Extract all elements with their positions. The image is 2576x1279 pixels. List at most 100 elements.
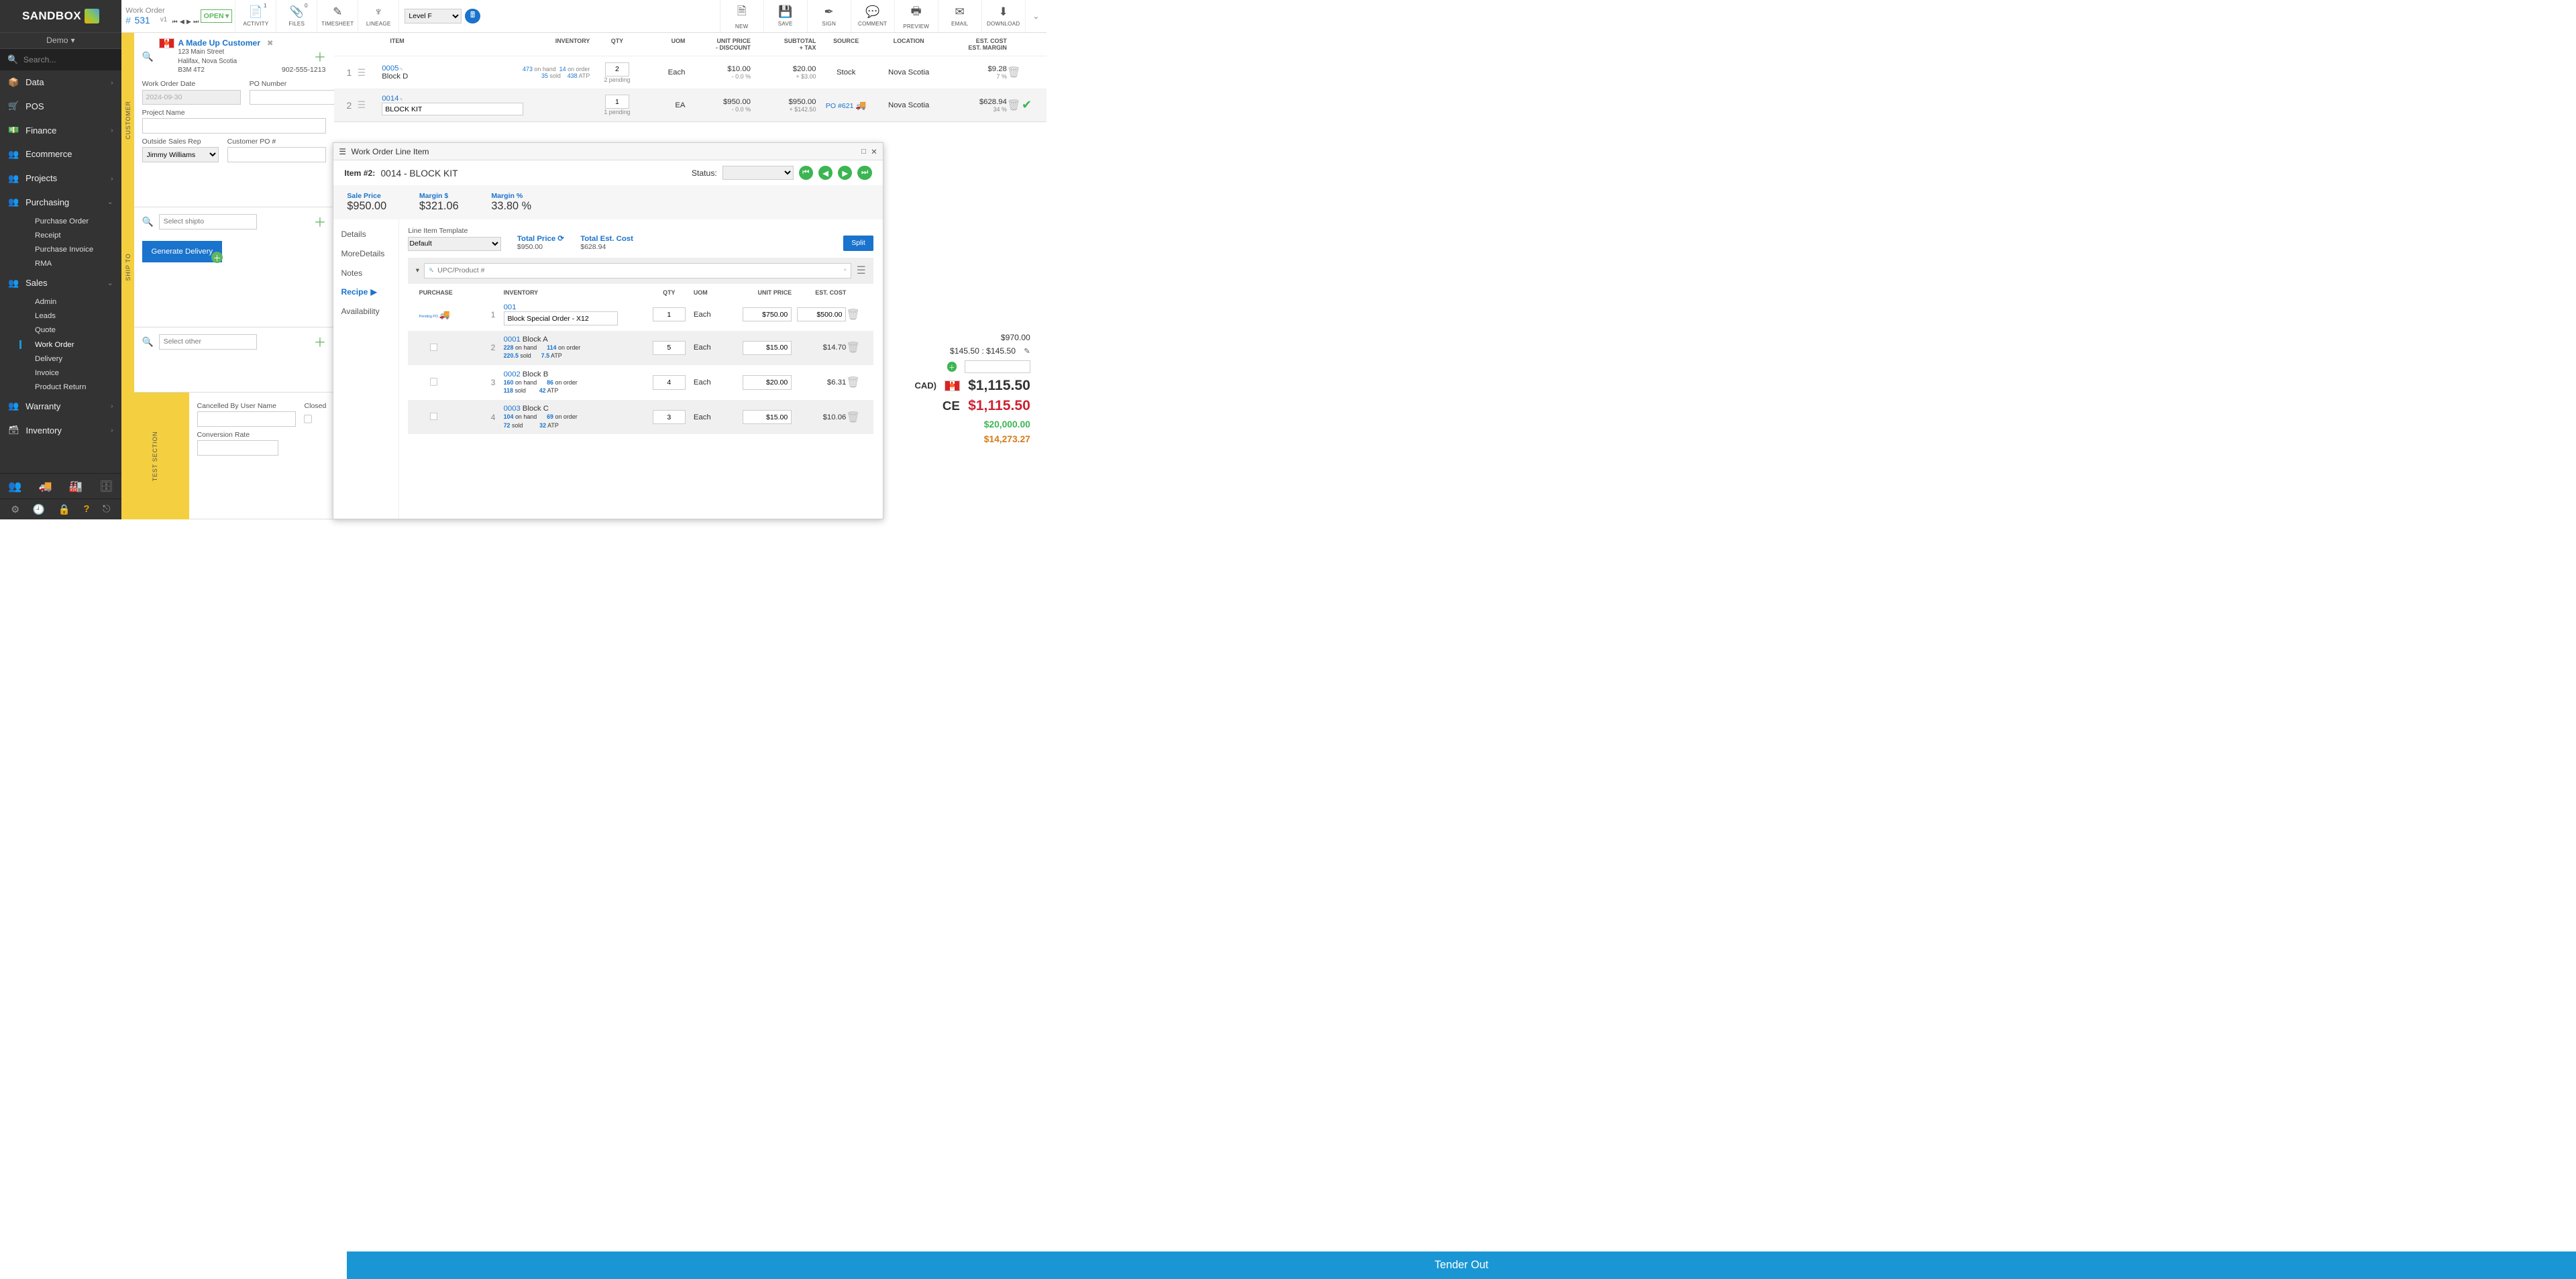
closed-checkbox[interactable] <box>304 411 311 427</box>
unit-price-input[interactable] <box>743 341 792 355</box>
row-checkbox[interactable] <box>430 378 437 385</box>
qty-input[interactable] <box>605 62 630 76</box>
est-cost-input[interactable] <box>797 307 846 321</box>
refresh-icon[interactable]: ⟳ <box>557 235 564 243</box>
template-select[interactable]: Default <box>408 237 500 251</box>
search-input[interactable] <box>23 55 129 64</box>
recipe-row[interactable]: 3 0002 Block B 160 on hand 86 on order11… <box>408 365 873 400</box>
doc-number[interactable]: 531 <box>135 15 150 25</box>
delete-icon[interactable]: 🗑 <box>1007 66 1021 79</box>
desc-input[interactable] <box>504 311 619 325</box>
remove-customer-icon[interactable]: ✖ <box>267 38 274 48</box>
delete-icon[interactable]: 🗑 <box>846 309 860 321</box>
unit-price-input[interactable] <box>743 375 792 389</box>
tenant-selector[interactable]: Demo▾ <box>0 33 121 49</box>
price-level-select[interactable]: Level F <box>405 9 461 24</box>
factory-icon[interactable]: 🏭 <box>69 480 83 493</box>
nav-sub-rma[interactable]: RMA <box>0 257 121 271</box>
wo-date-input[interactable] <box>142 90 241 105</box>
next-icon[interactable]: ▶ <box>186 18 191 25</box>
add-other-icon[interactable]: ＋ <box>314 333 327 351</box>
more-button[interactable]: ⌄ <box>1025 0 1047 32</box>
total-price-link[interactable]: Total Price ⟳ <box>517 234 564 243</box>
nav-warranty[interactable]: 👥Warranty› <box>0 394 121 418</box>
recipe-row[interactable]: 4 0003 Block C 104 on hand 69 on order72… <box>408 400 873 435</box>
nav-sub-purchase-order[interactable]: Purchase Order <box>0 214 121 228</box>
nav-sub-work-order[interactable]: Work Order <box>0 338 121 352</box>
first-icon[interactable]: ⏮ <box>172 18 178 25</box>
add-customer-icon[interactable]: ＋ <box>314 48 327 66</box>
brand-logo[interactable]: SANDBOX <box>0 0 121 33</box>
lineage-button[interactable]: ♆LINEAGE <box>358 0 398 32</box>
nav-purchasing[interactable]: 👥Purchasing⌄ <box>0 191 121 215</box>
line-item-row[interactable]: 1 ☰ 0005 ✎Block D 473 on hand 14 on orde… <box>334 56 1046 88</box>
nav-sub-admin[interactable]: Admin <box>0 295 121 309</box>
nav-sales[interactable]: 👥Sales⌄ <box>0 271 121 295</box>
help-icon[interactable]: ? <box>83 504 89 515</box>
preview-button[interactable]: 🖶PREVIEW <box>894 0 938 32</box>
cancelled-by-input[interactable] <box>197 411 297 427</box>
comment-button[interactable]: 💬COMMENT <box>851 0 894 32</box>
timesheet-button[interactable]: ✎TIMESHEET <box>317 0 358 32</box>
unit-price-input[interactable] <box>743 307 792 321</box>
tab-recipe[interactable]: Recipe▶ <box>333 283 398 302</box>
status-chip[interactable]: OPEN ▾ <box>201 9 233 23</box>
gear-icon[interactable]: ⚙ <box>11 504 19 515</box>
last-icon[interactable]: ⏭ <box>193 18 199 25</box>
delete-icon[interactable]: 🗑 <box>846 342 860 354</box>
sales-rep-select[interactable]: Jimmy Williams <box>142 147 219 162</box>
first-icon[interactable]: ⏮ <box>799 166 813 180</box>
recipe-search-input[interactable] <box>437 266 840 274</box>
activity-button[interactable]: 1📄ACTIVITY <box>235 0 276 32</box>
tab-notes[interactable]: Notes <box>333 263 398 283</box>
nav-ecommerce[interactable]: 👥Ecommerce <box>0 142 121 166</box>
customer-po-input[interactable] <box>227 147 327 162</box>
edit-icon[interactable]: ✎ <box>1024 346 1030 356</box>
nav-finance[interactable]: 💵Finance› <box>0 118 121 142</box>
menu-icon[interactable]: ☰ <box>339 147 346 156</box>
row-checkbox[interactable] <box>430 413 437 420</box>
prev-icon[interactable]: ◀ <box>180 18 184 25</box>
delete-icon[interactable]: 🗑 <box>846 411 860 423</box>
menu-icon[interactable]: ☰ <box>857 264 866 277</box>
nav-sub-receipt[interactable]: Receipt <box>0 228 121 242</box>
files-button[interactable]: 0📎FILES <box>276 0 317 32</box>
other-input[interactable] <box>159 334 257 350</box>
conversion-rate-input[interactable] <box>197 440 279 456</box>
project-name-input[interactable] <box>142 118 327 134</box>
generate-delivery-button[interactable]: Generate Delivery＋ <box>142 241 222 262</box>
desc-input[interactable] <box>382 103 523 116</box>
nav-data[interactable]: 📦Data› <box>0 70 121 95</box>
sign-button[interactable]: ✒SIGN <box>807 0 851 32</box>
global-search[interactable]: 🔍 <box>0 49 121 70</box>
edit-icon[interactable]: ✎ <box>400 68 402 72</box>
total-est-cost-link[interactable]: Total Est. Cost <box>580 235 633 243</box>
add-amount-input[interactable] <box>965 360 1030 374</box>
tab-availability[interactable]: Availability <box>333 302 398 321</box>
add-shipto-icon[interactable]: ＋ <box>314 213 327 231</box>
delete-icon[interactable]: 🗑 <box>1007 99 1021 111</box>
nav-pos[interactable]: 🛒POS <box>0 95 121 119</box>
split-button[interactable]: Split <box>843 236 873 251</box>
qty-input[interactable] <box>653 307 686 321</box>
add-icon[interactable]: ＋ <box>947 362 957 372</box>
tab-more-details[interactable]: MoreDetails <box>333 244 398 264</box>
new-button[interactable]: 🗎NEW <box>720 0 763 32</box>
nav-inventory[interactable]: 🗃Inventory› <box>0 418 121 442</box>
qty-input[interactable] <box>605 95 630 109</box>
clear-icon[interactable]: ✕ <box>844 268 847 272</box>
email-button[interactable]: ✉EMAIL <box>938 0 981 32</box>
nav-sub-invoice[interactable]: Invoice <box>0 366 121 380</box>
lock-icon[interactable]: 🔒 <box>58 503 70 515</box>
qty-input[interactable] <box>653 410 686 424</box>
save-button[interactable]: 💾SAVE <box>763 0 807 32</box>
qty-input[interactable] <box>653 375 686 389</box>
recipe-row[interactable]: 2 0001 Block A 228 on hand 114 on order2… <box>408 331 873 366</box>
logout-icon[interactable]: ⎋ <box>103 504 111 515</box>
qty-input[interactable] <box>653 341 686 355</box>
maximize-icon[interactable]: □ <box>861 148 866 156</box>
nav-sub-purchase-invoice[interactable]: Purchase Invoice <box>0 243 121 257</box>
tender-out-button[interactable]: Tender Out <box>347 1251 2576 1279</box>
users-icon[interactable]: 👥 <box>8 480 21 493</box>
customer-name[interactable]: A Made Up Customer <box>178 38 260 48</box>
